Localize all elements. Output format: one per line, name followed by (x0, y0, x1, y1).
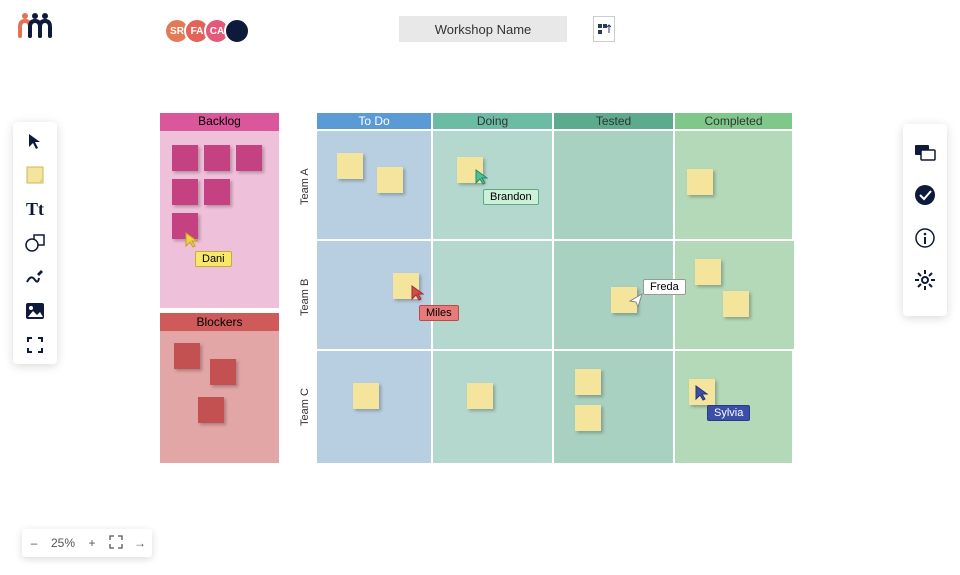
column-header-todo: To Do (317, 113, 431, 129)
sticky-note[interactable] (337, 153, 363, 179)
row-label-team-b: Team B (299, 247, 315, 347)
cell-doing-b[interactable] (433, 241, 552, 349)
sticky-note[interactable] (467, 383, 493, 409)
sticky-note[interactable] (210, 359, 236, 385)
sticky-note[interactable] (172, 145, 198, 171)
select-tool[interactable] (19, 128, 51, 154)
draw-tool[interactable] (19, 264, 51, 290)
sticky-note[interactable] (174, 343, 200, 369)
sticky-note[interactable] (687, 169, 713, 195)
row-label-team-a: Team A (299, 137, 315, 237)
app-logo (18, 12, 52, 43)
sticky-note[interactable] (575, 369, 601, 395)
workshop-title-input[interactable] (399, 16, 567, 42)
sticky-note[interactable] (198, 397, 224, 423)
sticky-note[interactable] (575, 405, 601, 431)
info-icon[interactable] (914, 227, 936, 254)
sticky-note[interactable] (723, 291, 749, 317)
kanban-board[interactable]: Backlog Blockers Team A Team B Team C To… (160, 113, 792, 466)
shape-tool[interactable] (19, 230, 51, 256)
zoom-out-button[interactable]: – (22, 536, 46, 550)
frame-tool[interactable] (19, 332, 51, 358)
sticky-note[interactable] (204, 179, 230, 205)
zoom-next-button[interactable]: → (128, 536, 152, 550)
sticky-note[interactable] (695, 259, 721, 285)
zoom-fit-button[interactable] (104, 535, 128, 552)
cursor-icon (185, 232, 199, 248)
cursor-label-dani: Dani (195, 251, 232, 267)
sticky-note[interactable] (377, 167, 403, 193)
cursor-label-brandon: Brandon (483, 189, 539, 205)
column-header-doing: Doing (433, 113, 552, 129)
sticky-note[interactable] (172, 179, 198, 205)
cell-todo-a[interactable] (317, 131, 431, 239)
sticky-note[interactable] (236, 145, 262, 171)
cursor-label-miles: Miles (419, 305, 459, 321)
avatar-more[interactable] (224, 18, 250, 44)
blockers-column[interactable] (160, 331, 279, 463)
sticky-note[interactable] (204, 145, 230, 171)
cell-test-c[interactable] (554, 351, 673, 463)
zoom-in-button[interactable]: + (80, 536, 104, 550)
zoom-toolbar: – 25% + → (22, 529, 152, 557)
cursor-label-freda: Freda (643, 279, 686, 295)
sticky-tool[interactable] (19, 162, 51, 188)
row-label-team-c: Team C (299, 357, 315, 457)
column-header-completed: Completed (675, 113, 792, 129)
right-panel (903, 124, 947, 316)
settings-icon[interactable] (914, 269, 936, 296)
cursor-icon (475, 169, 489, 185)
comments-icon[interactable] (914, 144, 936, 169)
cursor-icon (629, 293, 643, 307)
backlog-header: Backlog (160, 113, 279, 131)
cursor-label-sylvia: Sylvia (707, 405, 750, 421)
collaborator-avatars: SR FA CA (170, 18, 250, 44)
cell-doing-a[interactable] (433, 131, 552, 239)
sticky-note[interactable] (353, 383, 379, 409)
cursor-icon (695, 385, 709, 401)
cell-test-a[interactable] (554, 131, 673, 239)
text-tool[interactable]: Tt (19, 196, 51, 222)
backlog-column[interactable] (160, 131, 279, 308)
tools-toolbar: Tt (13, 122, 57, 364)
blockers-header: Blockers (160, 313, 279, 331)
vote-icon[interactable] (914, 184, 936, 211)
zoom-value: 25% (46, 536, 80, 550)
cursor-icon (411, 285, 425, 301)
column-header-tested: Tested (554, 113, 673, 129)
image-tool[interactable] (19, 298, 51, 324)
sort-button[interactable] (593, 16, 615, 42)
